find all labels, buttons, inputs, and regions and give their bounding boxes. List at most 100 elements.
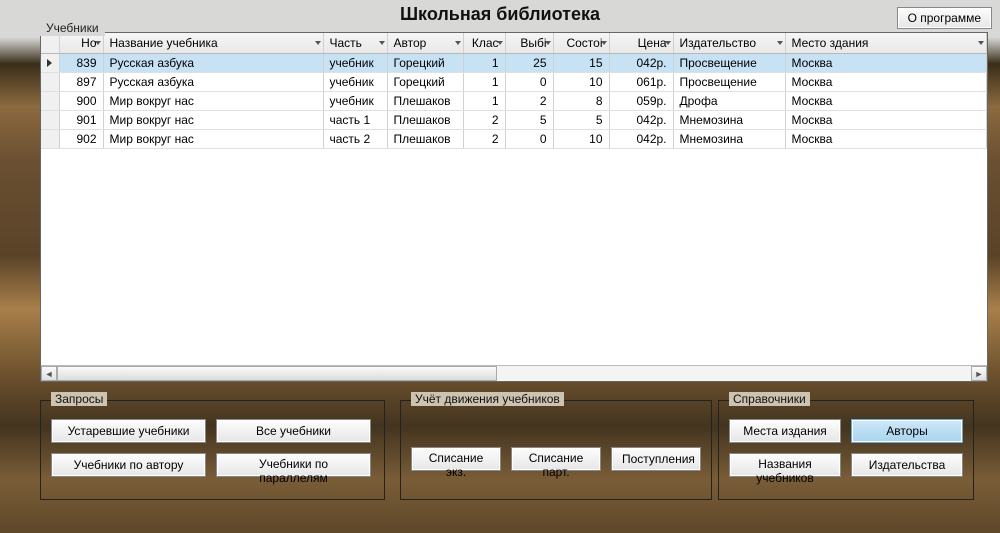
- cell-place: Москва: [785, 53, 987, 72]
- cell-part: часть 1: [323, 110, 387, 129]
- names-button[interactable]: Названия учебников: [729, 453, 841, 477]
- dropdown-icon[interactable]: [379, 41, 385, 45]
- cell-pub: Просвещение: [673, 72, 785, 91]
- cell-name: Русская азбука: [103, 53, 323, 72]
- cell-out: 0: [505, 129, 553, 148]
- scroll-right-icon[interactable]: ►: [971, 366, 987, 381]
- col-marker[interactable]: [41, 33, 59, 53]
- dropdown-icon[interactable]: [455, 41, 461, 45]
- cell-name: Мир вокруг нас: [103, 129, 323, 148]
- dropdown-icon[interactable]: [315, 41, 321, 45]
- queries-legend: Запросы: [51, 392, 107, 406]
- cell-out: 0: [505, 72, 553, 91]
- movement-legend: Учёт движения учебников: [411, 392, 564, 406]
- col-out[interactable]: Выбі: [505, 33, 553, 53]
- places-button[interactable]: Места издания: [729, 419, 841, 443]
- cell-num: 839: [59, 53, 103, 72]
- writeoff-ex-button[interactable]: Списание экз.: [411, 447, 501, 471]
- row-marker: [41, 110, 59, 129]
- col-place[interactable]: Место здания: [785, 33, 987, 53]
- cell-out: 2: [505, 91, 553, 110]
- cell-price: 059р.: [609, 91, 673, 110]
- cell-price: 042р.: [609, 129, 673, 148]
- scroll-track[interactable]: [57, 366, 971, 381]
- cell-place: Москва: [785, 129, 987, 148]
- cell-author: Горецкий: [387, 53, 463, 72]
- publishers-button[interactable]: Издательства: [851, 453, 963, 477]
- cell-author: Горецкий: [387, 72, 463, 91]
- cell-name: Мир вокруг нас: [103, 91, 323, 110]
- grid-tab-label[interactable]: Учебники: [40, 20, 105, 36]
- cell-num: 901: [59, 110, 103, 129]
- table-row[interactable]: 902Мир вокруг насчасть 2Плешаков2010042р…: [41, 129, 987, 148]
- cell-out: 25: [505, 53, 553, 72]
- cell-name: Русская азбука: [103, 72, 323, 91]
- table-row[interactable]: 900Мир вокруг насучебникПлешаков128059р.…: [41, 91, 987, 110]
- cell-num: 897: [59, 72, 103, 91]
- cell-pub: Мнемозина: [673, 110, 785, 129]
- cell-place: Москва: [785, 91, 987, 110]
- col-cond[interactable]: Состоі: [553, 33, 609, 53]
- col-num[interactable]: Но: [59, 33, 103, 53]
- horizontal-scrollbar[interactable]: ◄ ►: [41, 365, 987, 381]
- cell-author: Плешаков: [387, 129, 463, 148]
- authors-button[interactable]: Авторы: [851, 419, 963, 443]
- queries-group: Запросы Устаревшие учебники Все учебники…: [40, 400, 385, 500]
- cell-class: 2: [463, 129, 505, 148]
- scroll-thumb[interactable]: [57, 366, 497, 381]
- about-button[interactable]: О программе: [897, 7, 992, 29]
- dropdown-icon[interactable]: [545, 41, 551, 45]
- by-author-button[interactable]: Учебники по автору: [51, 453, 206, 477]
- textbooks-grid: Но Название учебника Часть Автор Клас Вы…: [40, 32, 988, 382]
- cell-part: часть 2: [323, 129, 387, 148]
- cell-out: 5: [505, 110, 553, 129]
- col-price[interactable]: Цена: [609, 33, 673, 53]
- row-marker: [41, 91, 59, 110]
- dropdown-icon[interactable]: [95, 41, 101, 45]
- cell-cond: 8: [553, 91, 609, 110]
- cell-part: учебник: [323, 72, 387, 91]
- table-row[interactable]: 897Русская азбукаучебникГорецкий1010061р…: [41, 72, 987, 91]
- cell-author: Плешаков: [387, 110, 463, 129]
- income-button[interactable]: Поступления: [611, 447, 701, 471]
- dropdown-icon[interactable]: [601, 41, 607, 45]
- col-part[interactable]: Часть: [323, 33, 387, 53]
- dropdown-icon[interactable]: [978, 41, 984, 45]
- cell-class: 2: [463, 110, 505, 129]
- table-row[interactable]: 901Мир вокруг насчасть 1Плешаков255042р.…: [41, 110, 987, 129]
- header-row: Но Название учебника Часть Автор Клас Вы…: [41, 33, 987, 53]
- cell-name: Мир вокруг нас: [103, 110, 323, 129]
- cell-author: Плешаков: [387, 91, 463, 110]
- cell-price: 042р.: [609, 53, 673, 72]
- col-author[interactable]: Автор: [387, 33, 463, 53]
- cell-class: 1: [463, 72, 505, 91]
- by-parallel-button[interactable]: Учебники по параллелям: [216, 453, 371, 477]
- writeoff-batch-button[interactable]: Списание парт.: [511, 447, 601, 471]
- cell-num: 900: [59, 91, 103, 110]
- cell-class: 1: [463, 53, 505, 72]
- dropdown-icon[interactable]: [665, 41, 671, 45]
- movement-group: Учёт движения учебников Списание экз. Сп…: [400, 400, 712, 500]
- table-row[interactable]: 839Русская азбукаучебникГорецкий12515042…: [41, 53, 987, 72]
- row-marker: [41, 72, 59, 91]
- refs-legend: Справочники: [729, 392, 810, 406]
- app-title: Школьная библиотека: [0, 4, 1000, 25]
- cell-place: Москва: [785, 72, 987, 91]
- scroll-left-icon[interactable]: ◄: [41, 366, 57, 381]
- col-name[interactable]: Название учебника: [103, 33, 323, 53]
- cell-cond: 10: [553, 129, 609, 148]
- cell-cond: 10: [553, 72, 609, 91]
- outdated-button[interactable]: Устаревшие учебники: [51, 419, 206, 443]
- cell-price: 061р.: [609, 72, 673, 91]
- all-button[interactable]: Все учебники: [216, 419, 371, 443]
- cell-num: 902: [59, 129, 103, 148]
- dropdown-icon[interactable]: [777, 41, 783, 45]
- dropdown-icon[interactable]: [497, 41, 503, 45]
- cell-price: 042р.: [609, 110, 673, 129]
- cell-cond: 5: [553, 110, 609, 129]
- cell-part: учебник: [323, 91, 387, 110]
- cell-pub: Просвещение: [673, 53, 785, 72]
- col-class[interactable]: Клас: [463, 33, 505, 53]
- cell-part: учебник: [323, 53, 387, 72]
- col-pub[interactable]: Издательство: [673, 33, 785, 53]
